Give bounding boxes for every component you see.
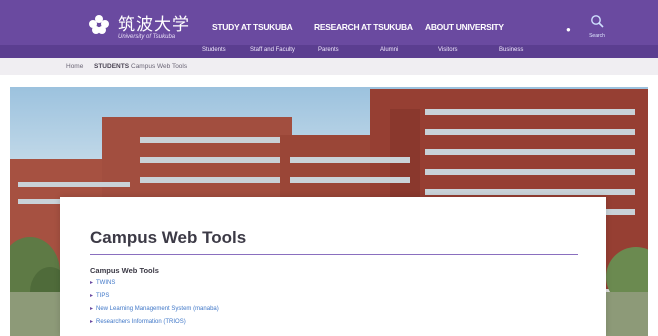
content-card: Campus Web Tools Campus Web Tools ▸ TWINS… (60, 197, 606, 336)
nav-about[interactable]: ABOUT UNIVERSITY (425, 22, 504, 32)
university-logo[interactable]: 筑波大学 University of Tsukuba (86, 8, 206, 46)
arrow-right-icon: ▸ (90, 319, 94, 325)
subnav-visitors[interactable]: Visitors (438, 47, 458, 53)
breadcrumb-home[interactable]: Home (66, 63, 83, 70)
search-button[interactable]: Search (582, 12, 612, 42)
link-manaba[interactable]: ▸ New Learning Management System (manaba) (90, 305, 219, 312)
nav-research[interactable]: RESEARCH AT TSUKUBA (314, 22, 413, 32)
subnav-staff[interactable]: Staff and Faculty (250, 47, 295, 53)
link-twins[interactable]: ▸ TWINS (90, 279, 115, 286)
logo-subtitle: University of Tsukuba (118, 34, 176, 40)
link-trios[interactable]: ▸ Researchers Information (TRIOS) (90, 318, 186, 325)
subnav-students[interactable]: Students (202, 47, 226, 53)
subnav-business[interactable]: Business (499, 47, 523, 53)
subnav-alumni[interactable]: Alumni (380, 47, 398, 53)
logo-title: 筑波大学 (118, 15, 190, 35)
nav-study[interactable]: STUDY AT TSUKUBA (212, 22, 293, 32)
arrow-right-icon: ▸ (90, 306, 94, 312)
title-divider (90, 254, 578, 255)
link-tips[interactable]: ▸ TIPS (90, 292, 109, 299)
breadcrumb-current: Campus Web Tools (131, 63, 188, 70)
link-tips-label: TIPS (96, 293, 110, 299)
breadcrumb: Home STUDENTS Campus Web Tools (0, 58, 658, 75)
page-title: Campus Web Tools (90, 228, 247, 247)
search-icon (591, 15, 604, 28)
search-label: Search (589, 33, 605, 39)
subnav-parents[interactable]: Parents (318, 47, 339, 53)
arrow-right-icon: ▸ (90, 293, 94, 299)
arrow-right-icon: ▸ (90, 280, 94, 286)
link-twins-label: TWINS (96, 280, 116, 286)
link-manaba-label: New Learning Management System (manaba) (96, 306, 219, 312)
breadcrumb-students[interactable]: STUDENTS (94, 63, 129, 70)
section-heading: Campus Web Tools (90, 266, 159, 275)
location-pin-icon[interactable]: ● (566, 25, 571, 34)
logo-emblem-icon (89, 15, 109, 34)
link-trios-label: Researchers Information (TRIOS) (96, 319, 186, 325)
